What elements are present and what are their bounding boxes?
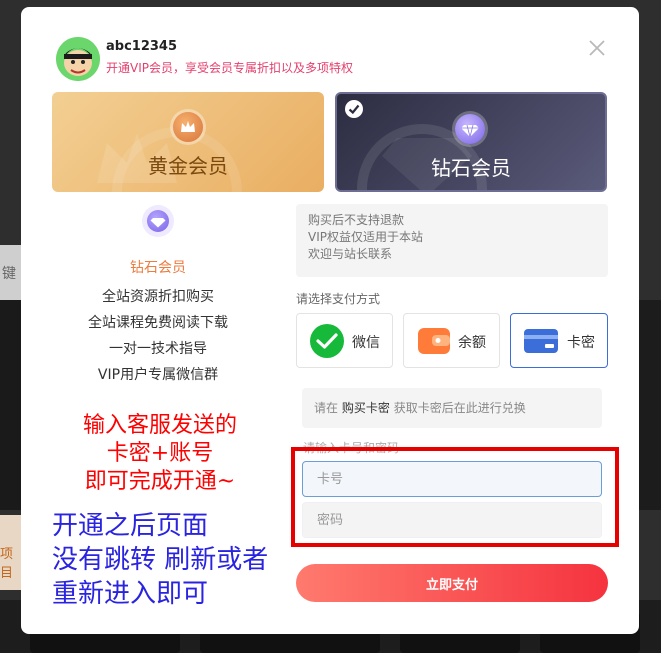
username: abc12345 xyxy=(106,39,178,54)
benefit-list: 全站资源折扣购买 全站课程免费阅读下载 一对一技术指导 VIP用户专属微信群 xyxy=(21,287,295,391)
tier-label-diamond: 钻石会员 xyxy=(431,156,511,180)
benefit-item: 全站资源折扣购买 xyxy=(102,289,214,305)
vip-promo-text: 开通VIP会员，享受会员专属折扣以及多项特权 xyxy=(106,61,353,75)
wechat-pay-icon xyxy=(310,324,344,358)
notice-line: 购买后不支持退款 xyxy=(308,213,405,227)
annotation-blue-line: 重新进入即可 xyxy=(52,579,209,609)
card-key-hint: 请在 购买卡密 获取卡密后在此进行兑换 xyxy=(302,388,602,428)
payment-option-balance[interactable]: 余额 xyxy=(403,313,500,368)
wallet-icon xyxy=(418,328,450,354)
benefit-item: 一对一技术指导 xyxy=(109,341,207,357)
avatar-cartoon-icon xyxy=(56,37,100,81)
annotation-blue-line: 开通之后页面 xyxy=(52,511,209,541)
annotation-red-line: 输入客服发送的 xyxy=(82,413,237,438)
gold-medal-icon xyxy=(173,112,203,142)
background-banner-left xyxy=(0,300,22,510)
selected-check-badge xyxy=(345,100,363,118)
close-button[interactable] xyxy=(588,39,606,57)
payment-option-wechat[interactable]: 微信 xyxy=(296,313,393,368)
diamond-icon xyxy=(461,124,479,138)
buy-card-key-link[interactable]: 购买卡密 xyxy=(342,401,390,415)
side-tier-title: 钻石会员 xyxy=(130,260,186,276)
annotation-red-line: 即可完成开通~ xyxy=(84,469,236,494)
close-icon xyxy=(589,40,605,56)
payment-method-title: 请选择支付方式 xyxy=(296,292,381,306)
hint-suffix: 获取卡密后在此进行兑换 xyxy=(393,401,526,415)
tier-card-gold[interactable]: 黄金会员 xyxy=(52,92,324,192)
diamond-icon xyxy=(150,218,166,228)
payment-label-card-key: 卡密 xyxy=(567,335,595,351)
notice-line: 欢迎与站长联系 xyxy=(308,247,393,261)
background-text: 键 xyxy=(2,266,16,282)
notice-line: VIP权益仅适用于本站 xyxy=(308,230,423,244)
annotation-highlight-box xyxy=(291,447,619,547)
annotation-blue-line: 没有跳转 刷新或者 xyxy=(52,545,269,575)
benefit-item: 全站课程免费阅读下载 xyxy=(88,315,228,331)
background-banner-right xyxy=(637,300,661,510)
diamond-medal-icon xyxy=(455,114,485,144)
side-diamond-icon xyxy=(142,205,174,237)
card-icon xyxy=(524,329,558,353)
user-avatar[interactable] xyxy=(56,37,100,81)
gem-icon xyxy=(147,210,169,232)
annotation-red-line: 卡密+账号 xyxy=(106,441,214,466)
check-icon xyxy=(348,104,360,115)
benefit-item: VIP用户专属微信群 xyxy=(97,367,219,383)
hint-prefix: 请在 xyxy=(314,401,339,415)
tier-card-diamond[interactable]: 钻石会员 xyxy=(335,92,607,192)
purchase-notice: 购买后不支持退款 VIP权益仅适用于本站 欢迎与站长联系 xyxy=(296,204,608,277)
payment-label-wechat: 微信 xyxy=(352,335,380,351)
tier-label-gold: 黄金会员 xyxy=(148,154,228,178)
pay-now-button[interactable]: 立即支付 xyxy=(296,564,608,602)
crown-icon xyxy=(181,121,195,132)
payment-option-card-key[interactable]: 卡密 xyxy=(510,313,608,368)
payment-label-balance: 余额 xyxy=(458,335,486,351)
